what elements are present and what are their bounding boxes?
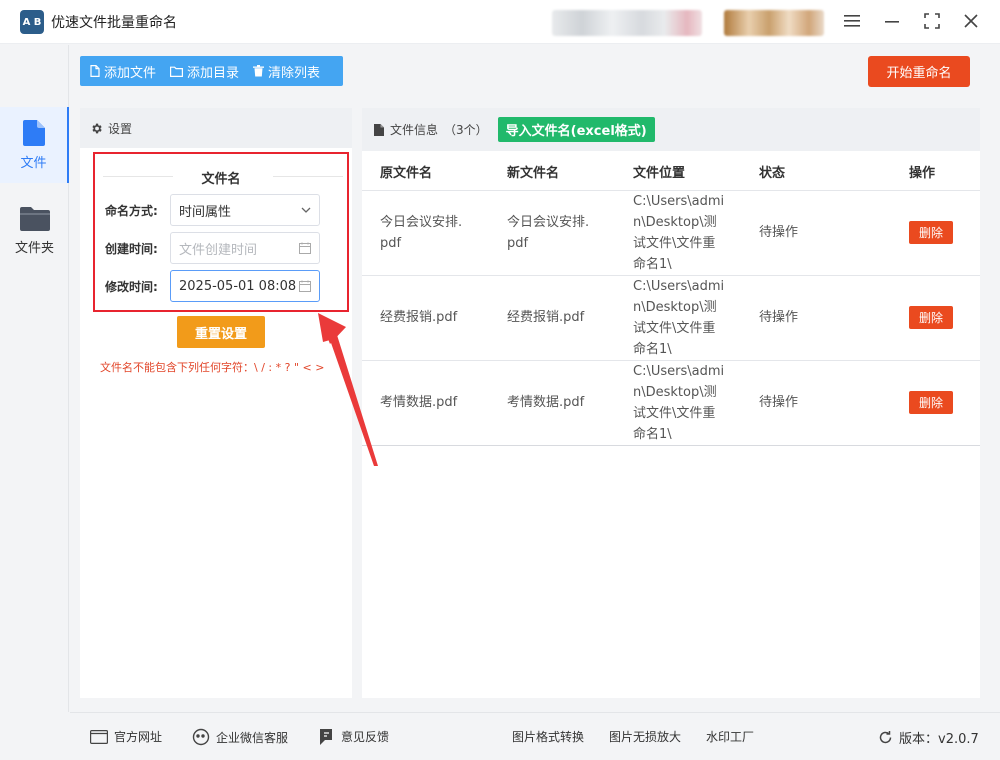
left-nav: 文件 文件夹 [0,45,69,712]
footer-bar: 官方网址 企业微信客服 意见反馈 图片格式转换 图片无损放大 水印工厂 版本：v… [70,712,1000,760]
modify-time-input[interactable]: 2025-05-01 08:08 [170,270,320,302]
close-icon[interactable] [958,8,984,34]
column-header-status: 状态 [759,166,786,181]
modify-time-label: 修改时间: [105,279,158,294]
file-info-label: 文件信息 [390,123,439,137]
import-filenames-button[interactable]: 导入文件名(excel格式) [497,117,655,142]
toolbar: 添加文件 添加目录 清除列表 [80,56,343,86]
naming-method-label: 命名方式: [105,203,158,218]
calendar-icon [299,280,311,292]
create-time-label: 创建时间: [105,241,158,256]
cell-original-name: 考情数据.pdf [380,395,458,410]
app-logo: A B [20,10,44,34]
cell-new-name: 今日会议安排. pdf [507,215,590,251]
gear-icon [92,123,102,133]
wechat-label: 企业微信客服 [216,730,289,745]
folder-icon [19,206,50,231]
settings-header: 设置 [80,108,352,148]
filename-warning: 文件名不能包含下列任何字符：\ / : * ? " < > [100,361,325,374]
cell-location: C:\Users\admi n\Desktop\测 试文件\文件重 命名1\ [633,364,725,442]
table-row: 今日会议安排. pdf 今日会议安排. pdf C:\Users\admi n\… [362,190,980,275]
title-bar: A B 优速文件批量重命名 [0,0,1000,44]
cell-location: C:\Users\admi n\Desktop\测 试文件\文件重 命名1\ [633,279,725,357]
table-row: 经费报销.pdf 经费报销.pdf C:\Users\admi n\Deskto… [362,275,980,360]
add-directory-button[interactable]: 添加目录 [170,62,239,81]
blurred-user-avatar[interactable] [724,10,824,36]
calendar-icon [299,242,311,254]
table-row: 考情数据.pdf 考情数据.pdf C:\Users\admi n\Deskto… [362,360,980,445]
delete-button[interactable]: 删除 [909,221,953,244]
cell-status: 待操作 [759,395,799,410]
refresh-icon [879,731,892,744]
blurred-account-info [552,10,702,36]
nav-label-file: 文件 [20,155,47,171]
naming-method-row: 命名方式: 时间属性 [105,194,320,226]
file-info-header: 文件信息 （3个） 导入文件名(excel格式) [362,108,980,151]
watermark-link[interactable]: 水印工厂 [706,728,754,745]
delete-button[interactable]: 删除 [909,391,953,414]
app-title: 优速文件批量重命名 [51,15,177,31]
clear-list-button[interactable]: 清除列表 [253,62,320,81]
settings-title: 设置 [108,121,133,136]
wechat-icon [192,728,210,746]
reset-settings-button[interactable]: 重置设置 [177,316,265,348]
cell-original-name: 经费报销.pdf [380,310,458,325]
file-info-panel: 文件信息 （3个） 导入文件名(excel格式) 原文件名 新文件名 文件位置 … [362,108,980,698]
naming-method-value: 时间属性 [179,204,232,220]
create-time-input[interactable]: 文件创建时间 [170,232,320,264]
website-link[interactable]: 官方网址 [90,728,162,745]
column-header-new: 新文件名 [507,166,560,181]
chevron-down-icon [301,207,311,213]
menu-icon[interactable] [839,8,865,34]
clear-list-label: 清除列表 [268,65,321,81]
nav-item-file[interactable]: 文件 [0,107,69,183]
version-label: 版本：v2.0.7 [899,732,979,747]
cell-original-name: 今日会议安排. pdf [380,215,463,251]
column-header-location: 文件位置 [633,166,686,181]
column-header-action: 操作 [909,166,936,181]
create-time-placeholder: 文件创建时间 [179,242,258,258]
highlight-box: 文件名 命名方式: 时间属性 创建时间: 文件创建时间 修改时间: 2025-0… [93,152,349,312]
cell-new-name: 经费报销.pdf [507,310,585,325]
trash-icon [253,65,265,77]
file-icon [22,119,45,146]
document-icon [374,123,384,136]
modify-time-value: 2025-05-01 08:08 [179,278,297,294]
column-header-original: 原文件名 [380,166,433,181]
website-label: 官方网址 [114,730,163,744]
section-title: 文件名 [201,172,241,187]
feedback-link[interactable]: 意见反馈 [320,728,389,745]
add-file-button[interactable]: 添加文件 [90,62,156,81]
minimize-icon[interactable] [879,8,905,34]
delete-button[interactable]: 删除 [909,306,953,329]
folder-outline-icon [170,66,184,77]
naming-method-select[interactable]: 时间属性 [170,194,320,226]
fullscreen-icon[interactable] [919,8,945,34]
settings-panel: 设置 文件名 命名方式: 时间属性 创建时间: 文件创建时间 修改时间: 202… [80,108,352,698]
cell-status: 待操作 [759,225,799,240]
website-icon [90,729,108,744]
add-directory-label: 添加目录 [187,65,240,81]
create-time-row: 创建时间: 文件创建时间 [105,232,320,264]
version-info[interactable]: 版本：v2.0.7 [878,728,979,747]
table-bottom-border [362,445,980,446]
cell-status: 待操作 [759,310,799,325]
file-count: （3个） [444,123,488,137]
nav-item-folder[interactable]: 文件夹 [0,193,69,269]
cell-location: C:\Users\admi n\Desktop\测 试文件\文件重 命名1\ [633,194,725,272]
wechat-service-link[interactable]: 企业微信客服 [192,728,288,746]
add-file-label: 添加文件 [104,65,157,81]
modify-time-row: 修改时间: 2025-05-01 08:08 [105,270,320,302]
image-format-link[interactable]: 图片格式转换 [512,728,584,745]
section-divider-right [273,176,343,177]
start-rename-button[interactable]: 开始重命名 [868,56,970,87]
cell-new-name: 考情数据.pdf [507,395,585,410]
feedback-icon [320,728,332,745]
file-outline-icon [90,65,100,77]
feedback-label: 意见反馈 [341,730,390,744]
nav-label-folder: 文件夹 [14,240,54,256]
image-enlarge-link[interactable]: 图片无损放大 [609,728,681,745]
